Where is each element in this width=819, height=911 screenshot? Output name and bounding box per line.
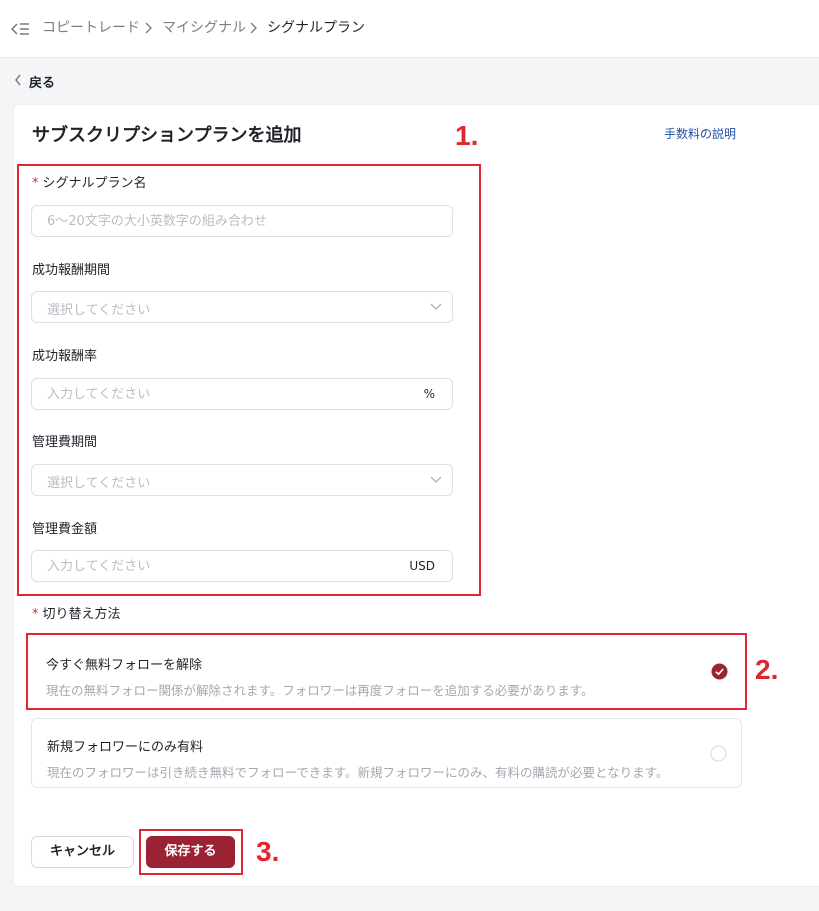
- plan-name-label: * シグナルプラン名: [32, 172, 147, 191]
- switch-method-label: * 切り替え方法: [32, 603, 121, 622]
- plan-name-field: [31, 205, 453, 237]
- percent-suffix: %: [423, 387, 435, 401]
- success-fee-period-label: 成功報酬期間: [32, 263, 111, 278]
- fee-explanation-link[interactable]: 手数料の説明: [664, 125, 736, 142]
- breadcrumb-my-signal[interactable]: マイシグナル: [162, 19, 246, 37]
- success-fee-period-placeholder: 選択してください: [47, 303, 151, 318]
- annotation-number-3: 3.: [256, 836, 280, 867]
- chevron-down-icon: [430, 476, 442, 483]
- mgmt-fee-period-placeholder: 選択してください: [47, 476, 151, 491]
- plan-name-input[interactable]: [32, 206, 412, 236]
- switch-option-unfollow-now[interactable]: 今すぐ無料フォローを解除 現在の無料フォロー関係が解除されます。フォロワーは再度…: [31, 637, 742, 707]
- usd-suffix: USD: [409, 559, 435, 573]
- cancel-button[interactable]: キャンセル: [31, 836, 134, 868]
- mgmt-fee-period-select[interactable]: 選択してください: [31, 464, 453, 496]
- save-button[interactable]: 保存する: [146, 836, 235, 868]
- chevron-left-icon: [15, 74, 21, 86]
- switch-option-new-followers-paid[interactable]: 新規フォロワーにのみ有料 現在のフォロワーは引き続き無料でフォローできます。新規…: [31, 718, 742, 788]
- chevron-right-icon: [250, 22, 257, 34]
- page-title: サブスクリプションプランを追加: [32, 125, 302, 146]
- breadcrumb-signal-plan: シグナルプラン: [267, 20, 365, 36]
- breadcrumb-copy-trade[interactable]: コピートレード: [42, 19, 140, 37]
- switch-method-label-text: 切り替え方法: [42, 607, 121, 622]
- radio-checked-icon[interactable]: [711, 663, 728, 680]
- option-description: 現在のフォロワーは引き続き無料でフォローできます。新規フォロワーにのみ、有料の購…: [47, 765, 669, 780]
- annotation-number-1: 1.: [455, 120, 479, 151]
- mgmt-fee-amount-field: USD: [31, 550, 453, 582]
- required-mark: *: [32, 176, 39, 191]
- option-description: 現在の無料フォロー関係が解除されます。フォロワーは再度フォローを追加する必要があ…: [46, 683, 594, 698]
- mgmt-fee-amount-label: 管理費金額: [32, 522, 98, 537]
- sidebar-collapse-icon[interactable]: [10, 19, 32, 39]
- mgmt-fee-period-label: 管理費期間: [32, 435, 98, 450]
- radio-unchecked-icon[interactable]: [710, 745, 727, 762]
- annotation-number-2: 2.: [755, 654, 779, 685]
- chevron-down-icon: [430, 303, 442, 310]
- back-label: 戻る: [29, 76, 56, 91]
- option-title: 今すぐ無料フォローを解除: [46, 658, 203, 673]
- mgmt-fee-amount-input[interactable]: [32, 551, 412, 581]
- success-fee-rate-field: %: [31, 378, 453, 410]
- required-mark: *: [32, 607, 39, 622]
- option-title: 新規フォロワーにのみ有料: [47, 740, 204, 755]
- success-fee-rate-input[interactable]: [32, 379, 412, 409]
- plan-name-label-text: シグナルプラン名: [42, 176, 147, 191]
- success-fee-rate-label: 成功報酬率: [32, 349, 98, 364]
- success-fee-period-select[interactable]: 選択してください: [31, 291, 453, 323]
- top-bar: コピートレード マイシグナル シグナルプラン: [0, 0, 819, 58]
- chevron-right-icon: [145, 22, 152, 34]
